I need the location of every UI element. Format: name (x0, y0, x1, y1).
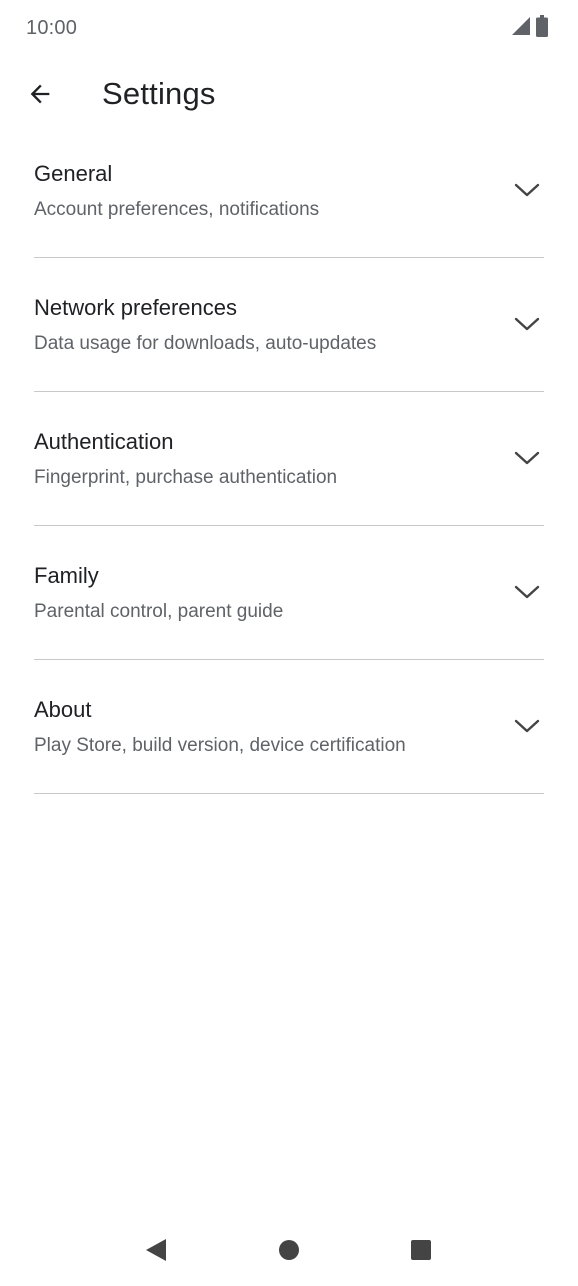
settings-item-title: Authentication (34, 429, 174, 454)
settings-item-subtitle: Data usage for downloads, auto-updates (34, 333, 377, 354)
back-button[interactable] (14, 70, 66, 122)
chevron-down-icon[interactable] (512, 443, 542, 473)
page-title: Settings (102, 76, 216, 111)
status-icons (512, 14, 548, 42)
settings-item-title: About (34, 697, 92, 722)
settings-list: General Account preferences, notificatio… (34, 124, 544, 794)
settings-item-authentication[interactable]: Authentication Fingerprint, purchase aut… (34, 392, 544, 526)
settings-item-subtitle: Fingerprint, purchase authentication (34, 467, 338, 488)
navigation-bar (0, 1220, 578, 1286)
settings-item-about[interactable]: About Play Store, build version, device … (34, 660, 544, 794)
settings-item-subtitle: Account preferences, notifications (34, 199, 320, 220)
nav-back-button[interactable] (136, 1232, 176, 1272)
signal-icon (512, 16, 530, 40)
battery-icon (536, 14, 548, 42)
recents-square-icon (410, 1239, 432, 1266)
nav-home-button[interactable] (269, 1232, 309, 1272)
nav-recents-button[interactable] (401, 1232, 441, 1272)
status-bar: 10:00 (0, 0, 578, 56)
chevron-down-icon[interactable] (512, 309, 542, 339)
home-circle-icon (278, 1239, 300, 1266)
settings-item-subtitle: Parental control, parent guide (34, 601, 284, 622)
chevron-down-icon[interactable] (512, 577, 542, 607)
settings-item-network-preferences[interactable]: Network preferences Data usage for downl… (34, 258, 544, 392)
settings-item-title: General (34, 161, 113, 186)
settings-item-family[interactable]: Family Parental control, parent guide (34, 526, 544, 660)
chevron-down-icon[interactable] (512, 711, 542, 741)
settings-item-title: Family (34, 563, 99, 588)
back-triangle-icon (145, 1238, 167, 1267)
chevron-down-icon[interactable] (512, 175, 542, 205)
status-time: 10:00 (26, 17, 78, 39)
settings-item-subtitle: Play Store, build version, device certif… (34, 735, 406, 756)
arrow-back-icon (26, 80, 54, 113)
settings-item-general[interactable]: General Account preferences, notificatio… (34, 124, 544, 258)
settings-item-title: Network preferences (34, 295, 237, 320)
